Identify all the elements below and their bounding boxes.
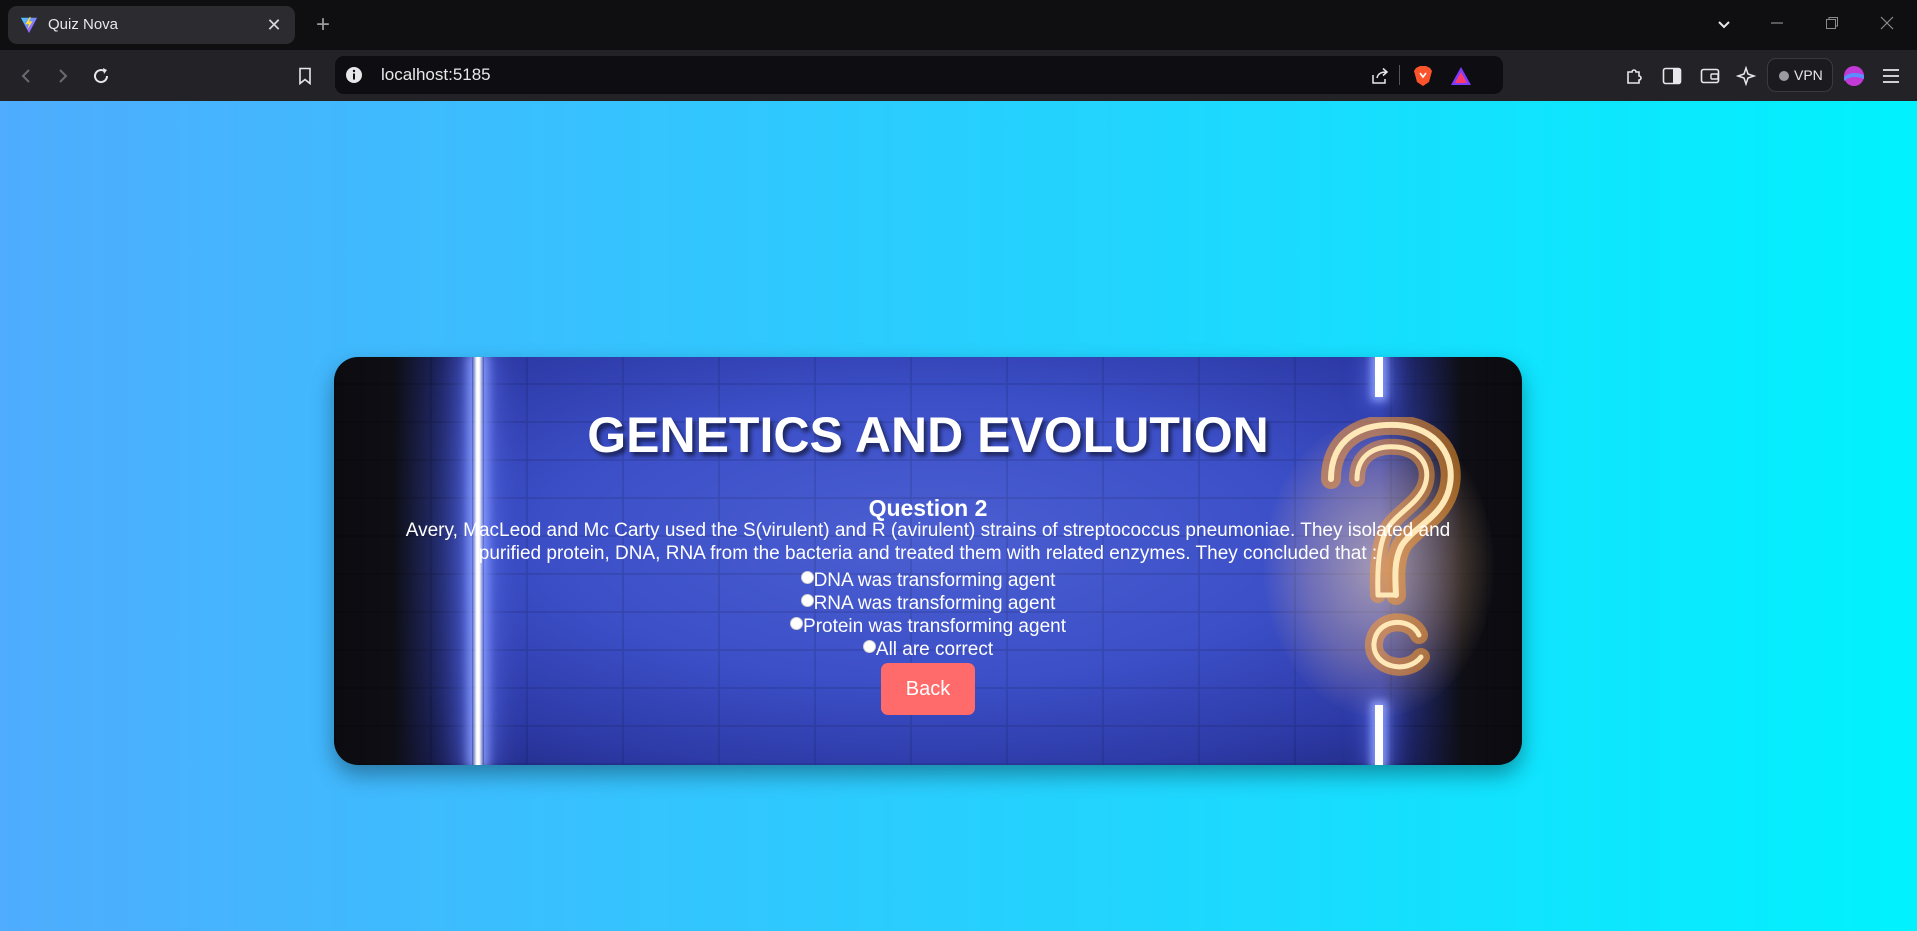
back-button[interactable]: Back — [881, 663, 975, 715]
quiz-card: GENETICS AND EVOLUTION Question 2 Avery,… — [334, 357, 1522, 765]
answer-option[interactable]: RNA was transforming agent — [334, 592, 1522, 615]
vpn-label: VPN — [1794, 67, 1823, 83]
tab-search-chevron-icon[interactable] — [1711, 12, 1737, 38]
wallet-icon[interactable] — [1697, 63, 1723, 89]
page-background: GENETICS AND EVOLUTION Question 2 Avery,… — [0, 101, 1917, 931]
answer-options: DNA was transforming agent RNA was trans… — [334, 569, 1522, 661]
radio-button[interactable] — [800, 571, 814, 584]
close-window-icon[interactable] — [1874, 12, 1900, 38]
tab-title: Quiz Nova — [48, 16, 119, 33]
radio-button[interactable] — [790, 617, 804, 630]
url-bar-divider — [1399, 65, 1400, 85]
question-text: Avery, MacLeod and Mc Carty used the S(v… — [405, 520, 1451, 564]
restore-icon[interactable] — [1819, 12, 1845, 38]
answer-option[interactable]: Protein was transforming agent — [334, 615, 1522, 638]
new-tab-button[interactable]: + — [310, 12, 336, 38]
bookmark-icon[interactable] — [292, 63, 318, 89]
site-info-icon[interactable] — [345, 66, 363, 84]
vpn-status-dot-icon — [1779, 71, 1789, 81]
browser-toolbar: localhost:5185 VPN — [0, 50, 1917, 101]
vite-logo-icon — [20, 16, 38, 34]
extensions-puzzle-icon[interactable] — [1621, 63, 1647, 89]
tab-close-icon[interactable]: ✕ — [261, 12, 287, 38]
vpn-button[interactable]: VPN — [1767, 58, 1833, 92]
answer-option-label: RNA was transforming agent — [813, 593, 1056, 614]
answer-option-label: All are correct — [875, 639, 994, 660]
sidebar-toggle-icon[interactable] — [1659, 63, 1685, 89]
url-text[interactable]: localhost:5185 — [381, 65, 491, 85]
menu-hamburger-icon[interactable] — [1878, 63, 1904, 89]
radio-button[interactable] — [800, 594, 814, 607]
answer-option-label: Protein was transforming agent — [803, 616, 1066, 637]
brave-rewards-icon[interactable] — [1450, 65, 1472, 87]
answer-option-label: DNA was transforming agent — [813, 570, 1056, 591]
reload-icon[interactable] — [88, 63, 114, 89]
share-icon[interactable] — [1369, 65, 1391, 87]
profile-avatar-icon[interactable] — [1841, 63, 1867, 89]
back-arrow-icon[interactable] — [13, 63, 39, 89]
neon-light-bar — [1375, 357, 1383, 397]
address-bar[interactable]: localhost:5185 — [335, 56, 1503, 94]
browser-tab-bar: Quiz Nova ✕ + — [0, 0, 1917, 50]
quiz-title: GENETICS AND EVOLUTION — [587, 407, 1269, 463]
answer-option[interactable]: DNA was transforming agent — [334, 569, 1522, 592]
brave-shields-icon[interactable] — [1412, 65, 1434, 87]
minimize-icon[interactable] — [1764, 12, 1790, 38]
radio-button[interactable] — [862, 640, 876, 653]
answer-option[interactable]: All are correct — [334, 638, 1522, 661]
question-number: Question 2 — [868, 495, 988, 521]
forward-arrow-icon[interactable] — [50, 63, 76, 89]
browser-tab[interactable]: Quiz Nova ✕ — [8, 6, 295, 44]
leo-ai-sparkle-icon[interactable] — [1733, 63, 1759, 89]
